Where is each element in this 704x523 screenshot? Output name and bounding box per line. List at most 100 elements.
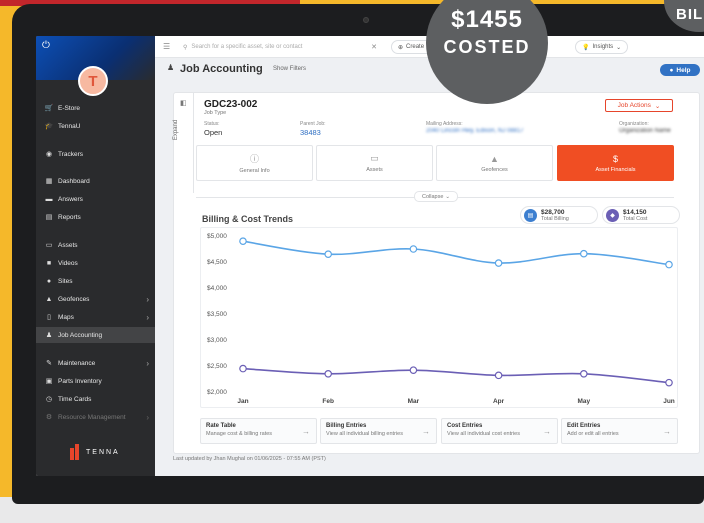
sidebar-item-label: Maintenance: [58, 359, 96, 367]
status-label: Status:: [204, 121, 220, 127]
info-icon: ⓘ: [249, 154, 259, 164]
chevron-down-icon: ⌄: [616, 44, 622, 51]
cost-point[interactable]: [665, 378, 673, 387]
chevron-right-icon: ›: [146, 294, 149, 304]
show-filters-button[interactable]: Show Filters: [273, 66, 306, 72]
billing-entries-link[interactable]: Billing Entries View all individual bill…: [320, 418, 437, 444]
help-icon: ●: [669, 66, 674, 74]
parent-job-link[interactable]: 38483: [300, 128, 321, 137]
sidebar-item-assets[interactable]: ▭ Assets: [36, 237, 155, 253]
search-input[interactable]: ⚲ Search for a specific asset, site or c…: [179, 40, 383, 54]
sidebar-item-videos[interactable]: ■ Videos: [36, 255, 155, 271]
help-button[interactable]: ● Help: [660, 64, 700, 76]
cost-point[interactable]: [409, 366, 418, 374]
tag-icon: ◆: [606, 208, 619, 222]
y-tick-label: $4,000: [207, 285, 227, 292]
billing-point[interactable]: [665, 260, 673, 269]
billing-point[interactable]: [324, 250, 333, 259]
job-actions-button[interactable]: Job Actions ⌄: [605, 99, 673, 112]
billing-point[interactable]: [239, 237, 247, 246]
link-title: Rate Table: [206, 423, 236, 429]
tile-row: ⓘ General Info ▭ Assets ▲ Geofences $ As…: [196, 145, 674, 181]
billing-point[interactable]: [579, 249, 588, 258]
link-subtitle: Manage cost & billing rates: [206, 431, 273, 437]
arrow-right-icon: →: [302, 427, 310, 436]
job-type: Job Type: [204, 110, 227, 116]
billing-point[interactable]: [494, 259, 503, 267]
status-value: Open: [204, 128, 223, 137]
sidebar-item-label: TennaU: [58, 122, 81, 130]
expand-label: Expand: [173, 119, 180, 141]
badge-amount: $1455: [451, 6, 523, 33]
sidebar-item-label: Sites: [58, 277, 73, 285]
clock-icon: ◷: [45, 396, 53, 403]
tab-asset-financials[interactable]: $ Asset Financials: [557, 145, 674, 181]
parent-job-label: Parent Job:: [300, 121, 326, 127]
expand-panel[interactable]: ◧ Expand: [173, 93, 194, 193]
sidebar-item-label: Trackers: [58, 150, 84, 158]
rate-table-link[interactable]: Rate Table Manage cost & billing rates →: [200, 418, 317, 444]
arrow-right-icon: →: [663, 427, 671, 436]
billing-label: Total Billing: [541, 215, 569, 222]
sidebar-item-geofences[interactable]: ▲ Geofences ›: [36, 291, 155, 307]
collapse-label: Collapse: [421, 193, 444, 200]
box-icon: ▣: [45, 378, 53, 385]
sidebar-item-tennau[interactable]: 🎓 TennaU: [36, 118, 155, 134]
sidebar-item-answers[interactable]: ▬ Answers: [36, 191, 155, 207]
link-subtitle: Add or edit all entries: [567, 431, 619, 437]
close-icon[interactable]: ✕: [371, 43, 377, 51]
organization-label: Organization:: [619, 121, 649, 127]
cost-point[interactable]: [239, 364, 247, 373]
chart-svg: $5,000 $4,500 $4,000 $3,500 $3,000 $2,500 $2,0…: [207, 233, 675, 405]
laptop-frame: ⏻ T 🛒 E-Store 🎓 TennaU ◉ Trackers ▦ Dashboar…: [12, 4, 704, 504]
edit-entries-link[interactable]: Edit Entries Add or edit all entries →: [561, 418, 678, 444]
main-content: ☰ ⚲ Search for a specific asset, site or…: [155, 36, 704, 476]
geofence-icon: ▲: [490, 153, 499, 164]
sidebar-item-label: Geofences: [58, 295, 90, 303]
cost-point[interactable]: [494, 371, 503, 380]
y-tick-label: $3,000: [207, 337, 227, 344]
billing-point[interactable]: [409, 245, 418, 253]
sidebar-item-time-cards[interactable]: ◷ Time Cards: [36, 391, 155, 407]
tile-label: General Info: [239, 168, 270, 174]
link-subtitle: View all individual billing entries: [326, 431, 403, 437]
sidebar-item-reports[interactable]: ▤ Reports: [36, 209, 155, 225]
arrow-right-icon: →: [543, 427, 551, 436]
badge2-label: BIL: [676, 6, 704, 23]
billing-series-line: [242, 240, 670, 266]
sidebar-item-sites[interactable]: ● Sites: [36, 273, 155, 289]
chart-title: Billing & Cost Trends: [202, 214, 294, 224]
sidebar-item-resource-management[interactable]: ⚙ Resource Management ›: [36, 409, 155, 425]
tab-general-info[interactable]: ⓘ General Info: [196, 145, 313, 181]
sidebar-item-parts-inventory[interactable]: ▣ Parts Inventory: [36, 373, 155, 389]
cost-entries-link[interactable]: Cost Entries View all individual cost en…: [441, 418, 558, 444]
insights-button[interactable]: 💡 Insights ⌄: [575, 40, 629, 54]
sidebar-item-label: Assets: [58, 241, 78, 249]
collapse-button[interactable]: Collapse ⌄: [414, 191, 458, 202]
job-icon: ♟: [167, 63, 175, 72]
sidebar-item-label: Videos: [58, 259, 78, 267]
tenna-logo-icon: [70, 444, 82, 460]
insights-label: Insights: [592, 44, 614, 50]
filter-icon[interactable]: ☰: [163, 42, 170, 51]
plus-icon: ⊕: [398, 44, 404, 51]
address-label: Mailing Address:: [426, 121, 463, 127]
link-title: Cost Entries: [447, 423, 483, 429]
tab-geofences[interactable]: ▲ Geofences: [436, 145, 553, 181]
sidebar-item-dashboard[interactable]: ▦ Dashboard: [36, 173, 155, 189]
sidebar-item-label: Maps: [58, 313, 74, 321]
asset-icon: ▭: [370, 153, 379, 163]
cost-point[interactable]: [324, 370, 333, 378]
chat-icon: ▬: [45, 195, 53, 203]
avatar[interactable]: T: [78, 66, 108, 96]
power-icon[interactable]: ⏻: [42, 40, 50, 51]
cost-point[interactable]: [579, 370, 588, 378]
sidebar-item-e-store[interactable]: 🛒 E-Store: [36, 100, 155, 116]
tab-assets[interactable]: ▭ Assets: [316, 145, 433, 181]
sidebar-item-trackers[interactable]: ◉ Trackers: [36, 146, 155, 162]
y-tick-label: $5,000: [207, 233, 227, 240]
geofence-icon: ▲: [45, 295, 53, 303]
sidebar-item-job-accounting[interactable]: ♟ Job Accounting: [36, 327, 155, 343]
sidebar-item-maintenance[interactable]: ✎ Maintenance ›: [36, 355, 155, 371]
sidebar-item-maps[interactable]: ▯ Maps ›: [36, 309, 155, 325]
